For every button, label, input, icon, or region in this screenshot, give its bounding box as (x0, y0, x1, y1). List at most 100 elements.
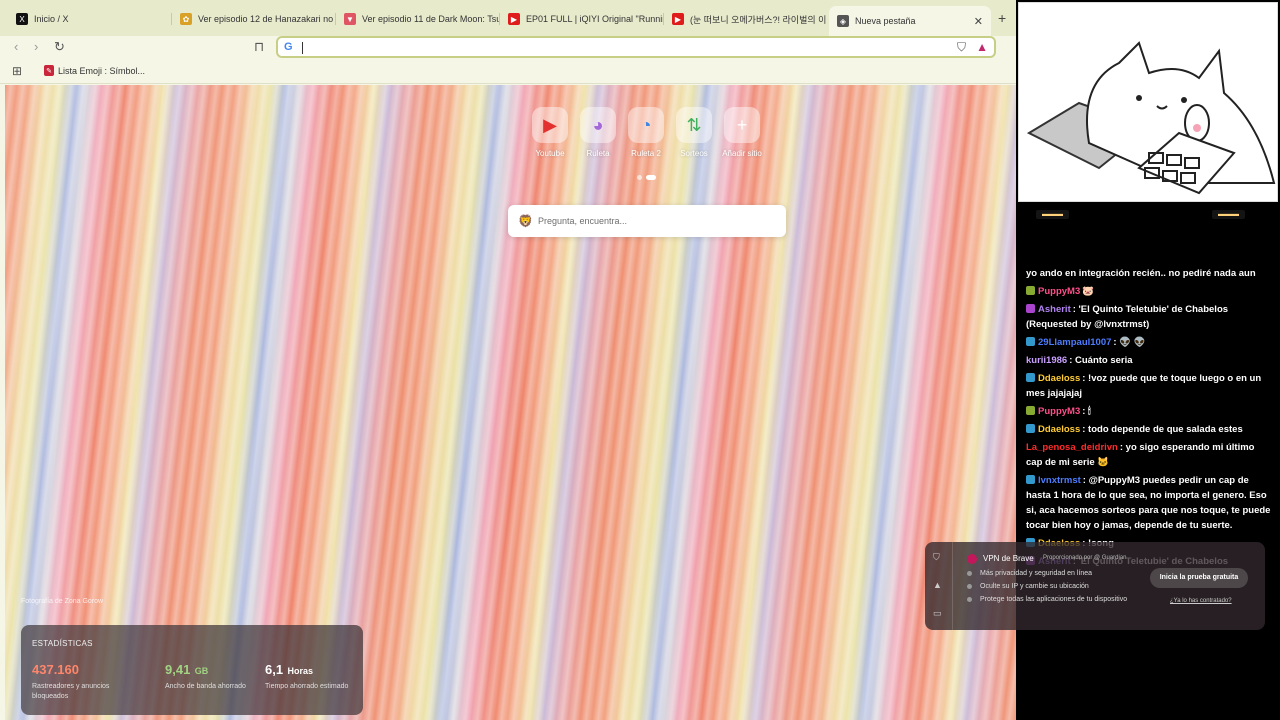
chat-message: Ddaeloss: todo depende de que salada est… (1026, 422, 1272, 437)
chat-username: La_penosa_deidrivn (1026, 442, 1118, 453)
toolbar: ‹ › ↻ ⊓ G ⛉ ▲ (0, 36, 1016, 60)
tab-nueva-pestana[interactable]: ◈ Nueva pestaña ✕ (829, 6, 991, 36)
top-site-label: Youtube (535, 149, 565, 158)
brave-lion-icon: 🦁 (518, 214, 533, 228)
chat-badge-icon (1026, 337, 1035, 346)
bongo-cat-overlay (1018, 2, 1278, 202)
chat-message: yo ando en integración recién.. no pedir… (1026, 266, 1272, 281)
chat-username: 29Llampaul1007 (1038, 337, 1112, 348)
text-caret (302, 42, 303, 54)
card-icon[interactable]: ▭ (933, 608, 942, 619)
tab-dark-moon[interactable]: ▼ Ver episodio 11 de Dark Moon: Tsuk (336, 6, 500, 32)
widget-sidebar: ⛉ ▲ ▭ (925, 542, 953, 630)
top-site-youtube[interactable]: ▶ Youtube (530, 107, 570, 158)
wheel-icon: ◕ (580, 107, 616, 143)
chat-message: PuppyM3: 🕯 (1026, 404, 1272, 419)
photo-credit[interactable]: Fotografía de Zona Gorow (21, 598, 103, 605)
google-icon: G (284, 41, 293, 53)
bookmarks-bar: ⊞ ✎ Lista Emoji : Símbol... (0, 60, 1016, 84)
tab-iqiyi-youtube[interactable]: ▶ EP01 FULL | iQIYI Original "Running (500, 6, 664, 32)
stat-trackers: 437.160 Rastreadores y anuncios bloquead… (32, 662, 110, 700)
browser-window: X Inicio / X ✿ Ver episodio 12 de Hanaza… (0, 0, 1016, 720)
tab-title: Nueva pestaña (855, 16, 916, 26)
chat-badge-icon (1026, 406, 1035, 415)
chat-message: kurii1986: Cuánto seria (1026, 353, 1272, 368)
chat-username: PuppyM3 (1038, 406, 1081, 417)
tab-omegaverse-youtube[interactable]: ▶ (눈 떠보니 오메가버스?! 라이벌의 이 (664, 6, 828, 32)
site-favicon-icon: ▼ (344, 13, 356, 25)
stat-time: 6,1 Horas Tiempo ahorrado estimado (265, 662, 349, 690)
x-logo-icon: X (16, 13, 28, 25)
vpn-widget: ⛉ ▲ ▭ VPN de Brave Proporcionado por @ G… (925, 542, 1265, 630)
youtube-icon: ▶ (508, 13, 520, 25)
new-tab-button[interactable]: + (998, 10, 1006, 26)
chat-message: 29Llampaul1007: 👽 👽 (1026, 335, 1272, 350)
vpn-provider: Proporcionado por @ Guardian (1043, 555, 1127, 561)
brave-shields-icon[interactable]: ⛉ (957, 40, 966, 55)
chat-username: PuppyM3 (1038, 286, 1081, 297)
tab-hanazakari[interactable]: ✿ Ver episodio 12 de Hanazakari no Ki (172, 6, 336, 32)
chat-text: 🐷 (1082, 286, 1095, 297)
chat-text: : 👽 👽 (1113, 337, 1146, 348)
tab-title: Ver episodio 12 de Hanazakari no Ki (198, 14, 336, 24)
apps-grid-icon[interactable]: ⊞ (12, 64, 22, 78)
chat-message: PuppyM3 🐷 (1026, 284, 1272, 299)
tab-title: EP01 FULL | iQIYI Original "Running (526, 14, 664, 24)
chat-username: Asherit (1038, 304, 1071, 315)
chat-message: lvnxtrmst: @PuppyM3 puedes pedir un cap … (1026, 473, 1272, 533)
chat-username: Ddaeloss (1038, 424, 1081, 435)
rewards-icon[interactable]: ▲ (933, 580, 942, 590)
chat-text: yo ando en integración recién.. no pedir… (1026, 268, 1256, 279)
top-site-sorteos[interactable]: ⇅ Sorteos (674, 107, 714, 158)
search-box[interactable]: 🦁 Pregunta, encuentra... (508, 205, 786, 237)
chat-message: Ddaeloss: !voz puede que te toque luego … (1026, 371, 1272, 401)
top-site-label: Sorteos (680, 149, 708, 158)
brave-rewards-icon[interactable]: ▲ (976, 40, 988, 54)
chat-badge-icon (1026, 373, 1035, 382)
bookmark-favicon-icon: ✎ (44, 65, 54, 76)
chat-text: : 🕯 (1082, 406, 1091, 417)
tab-title: Inicio / X (34, 14, 69, 24)
vpn-title: VPN de Brave (983, 554, 1034, 563)
bongo-cat-icon (1026, 41, 1276, 195)
back-icon[interactable]: ‹ (14, 39, 18, 54)
brave-shield-icon: ◈ (837, 15, 849, 27)
chat-badge-icon (1026, 475, 1035, 484)
bookmark-lista-emoji[interactable]: ✎ Lista Emoji : Símbol... (44, 65, 145, 76)
address-bar[interactable]: G ⛉ ▲ (276, 36, 996, 58)
search-placeholder: Pregunta, encuentra... (538, 216, 628, 226)
chat-badge-icon (1026, 286, 1035, 295)
wheel-icon: ◔ (628, 107, 664, 143)
stats-widget: ESTADÍSTICAS 437.160 Rastreadores y anun… (21, 625, 363, 715)
tab-title: Ver episodio 11 de Dark Moon: Tsuk (362, 14, 500, 24)
site-favicon-icon: ✿ (180, 13, 192, 25)
tab-bar: X Inicio / X ✿ Ver episodio 12 de Hanaza… (0, 0, 1016, 36)
chat-username: lvnxtrmst (1038, 475, 1081, 486)
forward-icon[interactable]: › (34, 39, 38, 54)
tab-inicio-x[interactable]: X Inicio / X (8, 6, 172, 32)
stream-badge: ▬▬▬ (1036, 210, 1069, 219)
top-site-ruleta-2[interactable]: ◔ Ruleta 2 (626, 107, 666, 158)
youtube-icon: ▶ (672, 13, 684, 25)
top-site-label: Ruleta (586, 149, 610, 158)
chat-text: : Cuánto seria (1069, 355, 1133, 366)
reload-icon[interactable]: ↻ (54, 39, 65, 55)
shield-icon[interactable]: ⛉ (933, 552, 940, 563)
stat-bandwidth: 9,41 GB Ancho de banda ahorrado (165, 662, 246, 690)
chat-badge-icon (1026, 424, 1035, 433)
close-icon[interactable]: ✕ (966, 15, 983, 28)
chat-message: La_penosa_deidrivn: yo sigo esperando mi… (1026, 440, 1272, 470)
pagination-dots[interactable] (637, 175, 656, 180)
top-site-ruleta[interactable]: ◕ Ruleta (578, 107, 618, 158)
already-purchased-link[interactable]: ¿Ya lo has contratado? (1170, 598, 1232, 604)
start-trial-button[interactable]: Inicia la prueba gratuita (1150, 568, 1248, 588)
plus-icon: + (724, 107, 760, 143)
chat-username: kurii1986 (1026, 355, 1068, 366)
list-item: Oculte su IP y cambie su ubicación (967, 583, 1127, 590)
vpn-feature-list: Más privacidad y seguridad en línea Ocul… (967, 570, 1127, 609)
add-site-button[interactable]: + Añadir sitio (722, 107, 762, 158)
bookmark-icon[interactable]: ⊓ (254, 39, 264, 55)
chat-message: Asherit: 'El Quinto Teletubie' de Chabel… (1026, 302, 1272, 332)
top-site-label: Añadir sitio (722, 149, 762, 158)
stream-badge: ▬▬▬ (1212, 210, 1245, 219)
